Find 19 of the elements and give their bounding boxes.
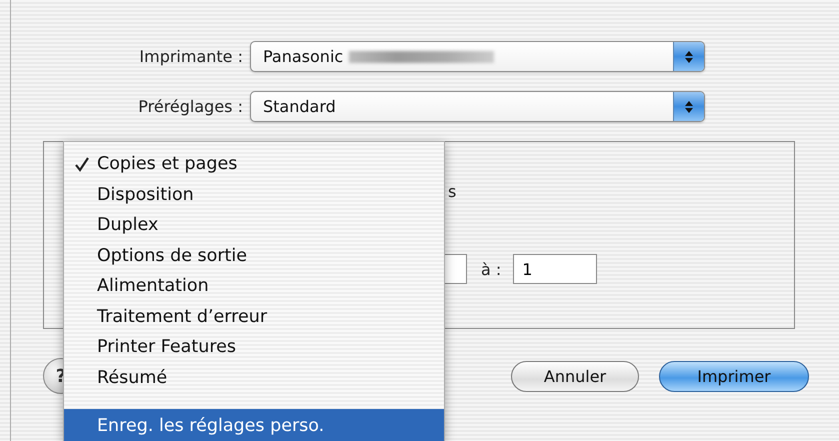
menu-item[interactable]: Copies et pages: [64, 149, 444, 180]
menu-item[interactable]: Disposition: [64, 180, 444, 210]
menu-item[interactable]: Options de sortie: [64, 240, 444, 271]
print-button[interactable]: Imprimer: [659, 360, 809, 392]
to-label: à :: [481, 260, 502, 278]
menu-item[interactable]: Duplex: [64, 210, 444, 240]
stepper-icon: [684, 48, 694, 64]
text-fragment: s: [448, 182, 456, 200]
printer-popup[interactable]: Panasonic: [250, 41, 705, 72]
cancel-button[interactable]: Annuler: [511, 360, 639, 392]
stepper-icon: [684, 98, 694, 114]
presets-label: Préréglages :: [137, 97, 244, 116]
menu-item[interactable]: Traitement d’erreur: [64, 302, 444, 332]
menu-item[interactable]: Enreg. les réglages perso.: [64, 409, 444, 441]
to-field[interactable]: 1: [513, 254, 598, 284]
printer-label: Imprimante :: [138, 47, 244, 66]
checkmark-icon: [74, 156, 90, 172]
presets-popup[interactable]: Standard: [250, 91, 705, 122]
menu-item[interactable]: Alimentation: [64, 271, 444, 302]
